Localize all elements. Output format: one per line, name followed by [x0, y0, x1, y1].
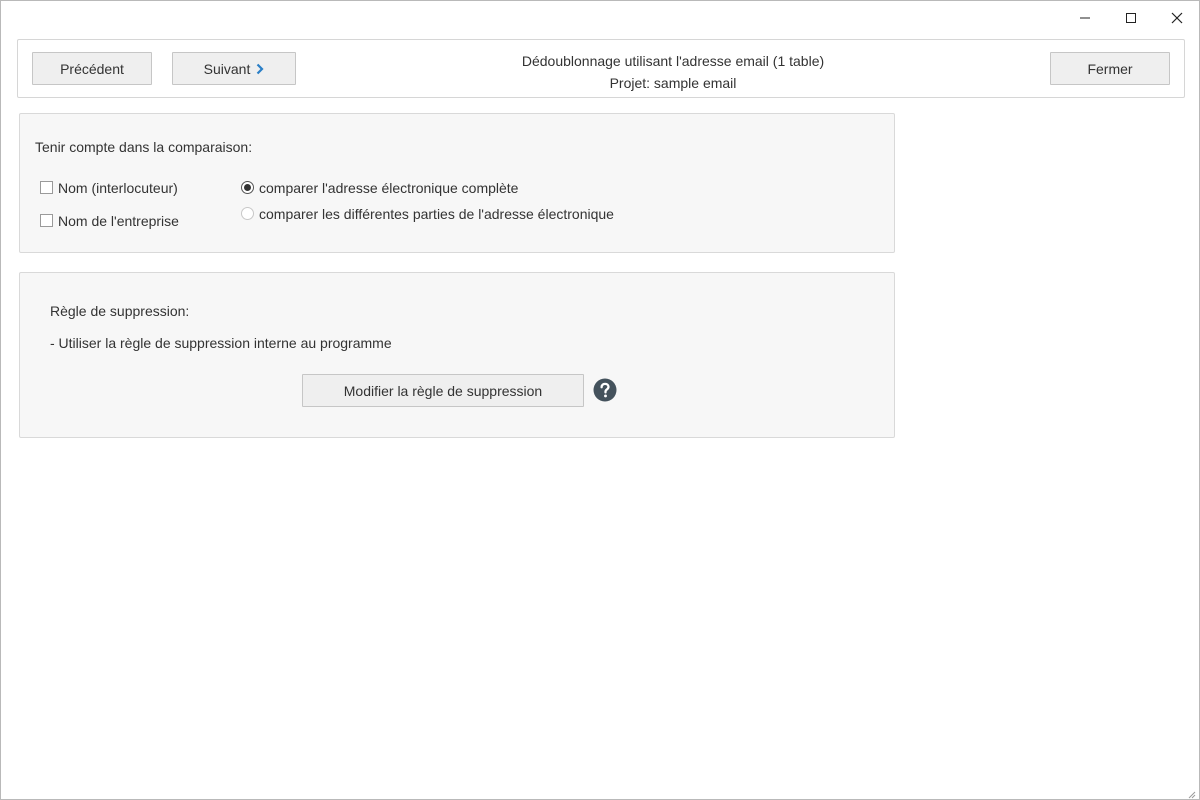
checkbox-company-name-label[interactable]: Nom de l'entreprise: [58, 213, 179, 229]
deletion-rule-description: - Utiliser la règle de suppression inter…: [50, 335, 392, 351]
modify-rule-button-label: Modifier la règle de suppression: [343, 382, 543, 399]
deletion-rule-heading: Règle de suppression:: [50, 303, 190, 319]
app-window: Précédent Suivant Dédoublonnage utilisan…: [0, 0, 1200, 800]
wizard-title-block: Dédoublonnage utilisant l'adresse email …: [398, 50, 948, 94]
checkbox-contact-name[interactable]: [40, 181, 53, 194]
close-button[interactable]: Fermer: [1050, 52, 1170, 85]
maximize-button[interactable]: [1108, 5, 1154, 31]
radio-address-parts-label[interactable]: comparer les différentes parties de l'ad…: [259, 206, 614, 222]
wizard-title: Dédoublonnage utilisant l'adresse email …: [521, 53, 825, 69]
window-close-button[interactable]: [1154, 5, 1200, 31]
radio-full-address-label[interactable]: comparer l'adresse électronique complète: [259, 180, 518, 196]
checkbox-company-name[interactable]: [40, 214, 53, 227]
project-name: Projet: sample email: [609, 75, 737, 91]
help-icon[interactable]: [593, 378, 617, 402]
maximize-icon: [1126, 13, 1136, 23]
wizard-toolbar: Précédent Suivant Dédoublonnage utilisan…: [17, 39, 1185, 98]
close-icon: [1171, 12, 1183, 24]
modify-rule-button[interactable]: Modifier la règle de suppression: [302, 374, 584, 407]
deletion-rule-panel: Règle de suppression: - Utiliser la règl…: [19, 272, 895, 438]
comparison-heading: Tenir compte dans la comparaison:: [35, 139, 253, 155]
chevron-right-icon: [256, 63, 264, 75]
checkbox-contact-name-label[interactable]: Nom (interlocuteur): [58, 180, 178, 196]
resize-grip-icon[interactable]: [1186, 786, 1196, 799]
next-button-label: Suivant: [203, 60, 251, 77]
comparison-panel: Tenir compte dans la comparaison: Nom (i…: [19, 113, 895, 253]
previous-button-label: Précédent: [60, 60, 124, 77]
minimize-button[interactable]: [1062, 5, 1108, 31]
previous-button[interactable]: Précédent: [32, 52, 152, 85]
radio-address-parts[interactable]: [241, 207, 254, 220]
radio-full-address[interactable]: [241, 181, 254, 194]
minimize-icon: [1080, 17, 1090, 19]
close-button-label: Fermer: [1087, 60, 1133, 77]
next-button[interactable]: Suivant: [172, 52, 296, 85]
